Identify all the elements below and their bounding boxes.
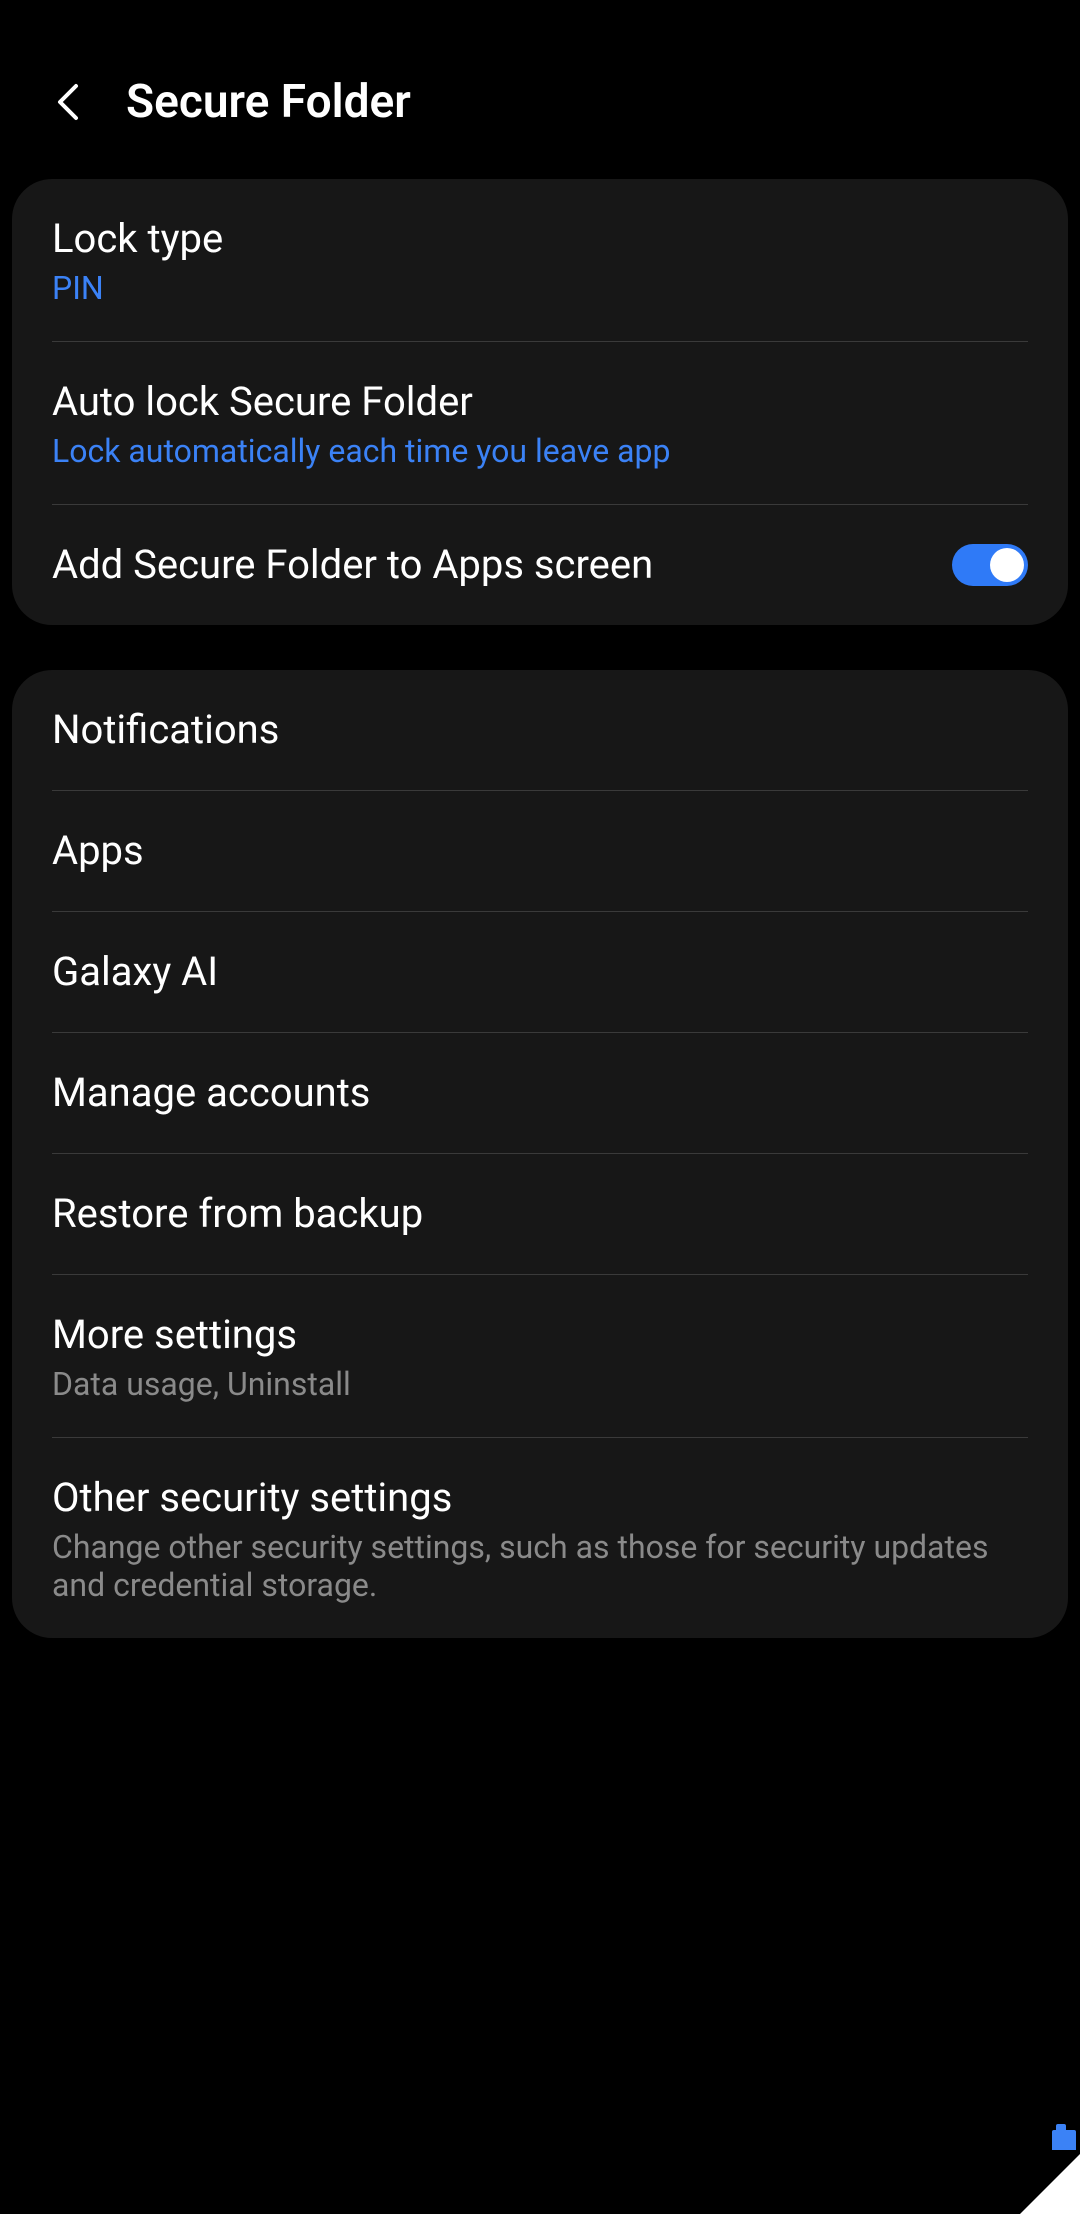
back-button[interactable] — [50, 84, 86, 120]
lock-settings-section: Lock type PIN Auto lock Secure Folder Lo… — [12, 179, 1068, 625]
restore-backup-title: Restore from backup — [52, 1188, 1028, 1240]
folder-icon — [1052, 2130, 1076, 2150]
galaxy-ai-text: Galaxy AI — [52, 946, 1028, 998]
add-to-apps-item[interactable]: Add Secure Folder to Apps screen — [12, 505, 1068, 625]
restore-backup-item[interactable]: Restore from backup — [12, 1154, 1068, 1274]
galaxy-ai-title: Galaxy AI — [52, 946, 1028, 998]
manage-accounts-title: Manage accounts — [52, 1067, 1028, 1119]
toggle-knob — [990, 548, 1024, 582]
more-settings-title: More settings — [52, 1309, 1028, 1361]
apps-title: Apps — [52, 825, 1028, 877]
more-settings-text: More settings Data usage, Uninstall — [52, 1309, 1028, 1403]
notifications-title: Notifications — [52, 704, 1028, 756]
other-security-subtitle: Change other security settings, such as … — [52, 1528, 1028, 1604]
lock-type-value: PIN — [52, 269, 1028, 307]
apps-item[interactable]: Apps — [12, 791, 1068, 911]
auto-lock-title: Auto lock Secure Folder — [52, 376, 1028, 428]
corner-indicator — [1020, 2154, 1080, 2214]
apps-text: Apps — [52, 825, 1028, 877]
manage-accounts-item[interactable]: Manage accounts — [12, 1033, 1068, 1153]
lock-type-title: Lock type — [52, 213, 1028, 265]
restore-backup-text: Restore from backup — [52, 1188, 1028, 1240]
add-to-apps-title: Add Secure Folder to Apps screen — [52, 539, 922, 591]
manage-accounts-text: Manage accounts — [52, 1067, 1028, 1119]
auto-lock-text: Auto lock Secure Folder Lock automatical… — [52, 376, 1028, 470]
other-security-title: Other security settings — [52, 1472, 1028, 1524]
other-security-item[interactable]: Other security settings Change other sec… — [12, 1438, 1068, 1638]
notifications-text: Notifications — [52, 704, 1028, 756]
general-settings-section: Notifications Apps Galaxy AI Manage acco… — [12, 670, 1068, 1638]
add-to-apps-text: Add Secure Folder to Apps screen — [52, 539, 922, 591]
auto-lock-item[interactable]: Auto lock Secure Folder Lock automatical… — [12, 342, 1068, 504]
lock-type-item[interactable]: Lock type PIN — [12, 179, 1068, 341]
chevron-left-icon — [56, 82, 80, 122]
lock-type-text: Lock type PIN — [52, 213, 1028, 307]
other-security-text: Other security settings Change other sec… — [52, 1472, 1028, 1604]
auto-lock-subtitle: Lock automatically each time you leave a… — [52, 432, 1028, 470]
notifications-item[interactable]: Notifications — [12, 670, 1068, 790]
galaxy-ai-item[interactable]: Galaxy AI — [12, 912, 1068, 1032]
more-settings-subtitle: Data usage, Uninstall — [52, 1365, 1028, 1403]
header: Secure Folder — [0, 0, 1080, 179]
more-settings-item[interactable]: More settings Data usage, Uninstall — [12, 1275, 1068, 1437]
page-title: Secure Folder — [126, 75, 411, 129]
add-to-apps-toggle[interactable] — [952, 544, 1028, 586]
